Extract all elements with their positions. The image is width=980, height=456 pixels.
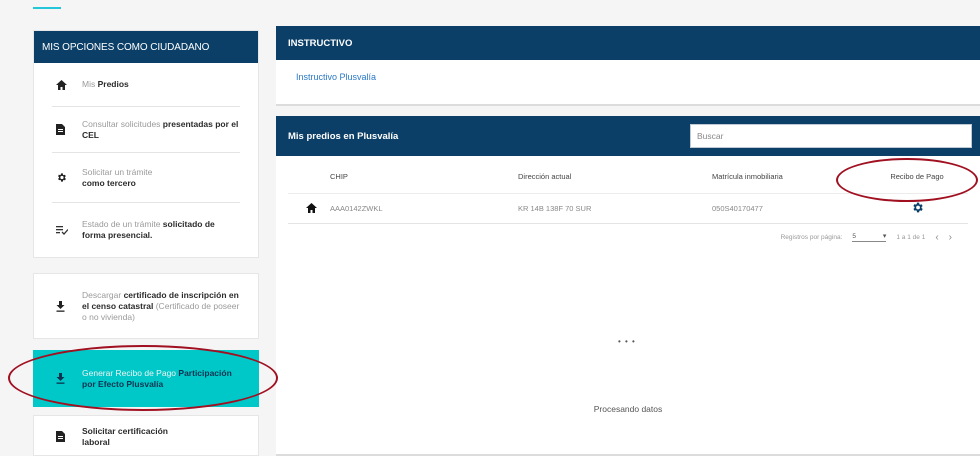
prev-page-button[interactable]: ‹: [935, 232, 938, 243]
sidebar-item-label-light: Solicitar un trámite: [82, 166, 153, 177]
receipt-gear-icon[interactable]: [911, 201, 924, 217]
search-input[interactable]: Buscar: [690, 124, 972, 148]
cell-chip: AAA0142ZWKL: [330, 204, 383, 213]
cell-direccion: KR 14B 138F 70 SUR: [518, 204, 592, 213]
sidebar-item-certificacion-laboral[interactable]: Solicitar certificación laboral: [52, 416, 240, 456]
citizen-options-card: MIS OPCIONES COMO CIUDADANO Mis Predios …: [33, 30, 259, 258]
document-icon: [52, 431, 78, 442]
instructivo-title: INSTRUCTIVO: [276, 26, 980, 60]
home-icon: [52, 79, 78, 90]
sidebar-item-label-light: Descargar: [82, 289, 124, 300]
instructivo-panel: INSTRUCTIVO Instructivo Plusvalía: [276, 26, 980, 106]
column-header-direccion[interactable]: Dirección actual: [518, 172, 712, 181]
loading-spinner: • • •: [618, 337, 636, 346]
sidebar-item-tramite-tercero[interactable]: Solicitar un trámite como tercero: [52, 153, 240, 203]
annotation-oval-generar-recibo: [8, 345, 278, 411]
download-certificate-card[interactable]: Descargar certificado de inscripción en …: [33, 273, 259, 339]
gear-icon: [52, 172, 78, 183]
document-icon: [52, 124, 78, 135]
download-icon: [52, 300, 78, 312]
sidebar-item-label-bold: Predios: [97, 79, 129, 89]
sidebar-item-estado-tramite[interactable]: Estado de un trámite solicitado de forma…: [52, 203, 240, 257]
sidebar-item-descargar-certificado[interactable]: Descargar certificado de inscripción en …: [52, 274, 240, 338]
page-range: 1 a 1 de 1: [896, 234, 926, 241]
sidebar-item-label-bold: como tercero: [82, 177, 136, 188]
instructivo-link[interactable]: Instructivo Plusvalía: [276, 60, 980, 82]
annotation-oval-recibo: [836, 158, 978, 202]
paginator: Registros por página: 5 1 a 1 de 1 ‹ ›: [276, 232, 952, 243]
top-accent-bar: [33, 7, 61, 9]
sidebar-header: MIS OPCIONES COMO CIUDADANO: [34, 31, 258, 63]
column-header-chip[interactable]: CHIP: [330, 172, 518, 181]
table-row: AAA0142ZWKL KR 14B 138F 70 SUR 050S40170…: [288, 194, 968, 224]
sidebar-item-mis-predios[interactable]: Mis Predios: [52, 63, 240, 107]
sidebar-item-label-light: Mis: [82, 79, 98, 89]
cell-matricula: 050S40170477: [712, 204, 763, 213]
predios-title: Mis predios en Plusvalía: [288, 130, 399, 142]
page-size-select[interactable]: 5: [852, 232, 886, 242]
sidebar-item-label-light: Estado de un trámite: [82, 219, 163, 229]
page-size-label: Registros por página:: [780, 234, 843, 241]
sidebar-item-consultar-solicitudes[interactable]: Consultar solicitudes presentadas por el…: [52, 107, 240, 153]
sidebar-item-label-light: Consultar solicitudes: [82, 118, 163, 129]
processing-message: Procesando datos: [593, 404, 663, 414]
labor-certificate-card[interactable]: Solicitar certificación laboral: [33, 415, 259, 456]
sidebar-item-label-bold: Solicitar certificación laboral: [82, 425, 168, 447]
next-page-button[interactable]: ›: [949, 232, 952, 243]
home-icon: [288, 202, 330, 216]
checklist-icon: [52, 225, 78, 235]
